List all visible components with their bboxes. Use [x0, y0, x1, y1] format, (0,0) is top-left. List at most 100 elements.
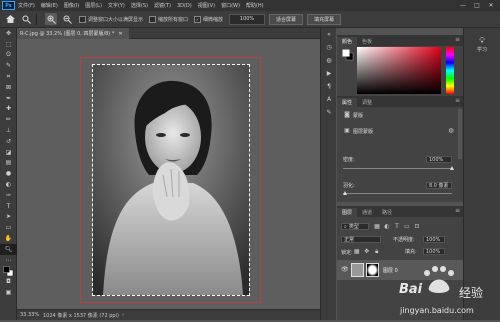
home-icon[interactable] [4, 13, 16, 25]
blend-mode-select[interactable]: 正常 [341, 236, 381, 243]
pixel-mask-icon[interactable]: ▣ [343, 127, 351, 135]
layer-thumbnail[interactable] [351, 263, 364, 277]
status-arrow-icon[interactable]: › [122, 312, 124, 318]
layer-kind-filter[interactable]: ⌕ 类型 [341, 223, 369, 230]
tab-swatches[interactable]: 色板 [357, 37, 377, 46]
zoom-all-windows-checkbox[interactable]: 缩放所有窗口 [149, 15, 188, 23]
history-panel-icon[interactable]: ◷ [321, 41, 337, 54]
rectangle-tool-icon[interactable]: ▭ [0, 222, 17, 233]
menu-filter[interactable]: 滤镜(T) [154, 2, 171, 9]
properties-scrollbar[interactable] [458, 109, 462, 159]
frame-tool-icon[interactable]: ⊠ [0, 82, 17, 93]
eraser-tool-icon[interactable]: ◪ [0, 147, 17, 158]
hand-tool-icon[interactable]: ✋ [0, 233, 17, 244]
hue-slider[interactable] [446, 47, 454, 94]
color-spectrum[interactable] [357, 47, 441, 94]
path-select-tool-icon[interactable]: ➤ [0, 212, 17, 223]
paragraph-panel-icon[interactable]: ¶ [321, 80, 337, 93]
gradient-tool-icon[interactable]: ▤ [0, 158, 17, 169]
density-input[interactable]: 100% [426, 156, 452, 163]
fill-input[interactable]: 100% [423, 248, 445, 255]
history-brush-tool-icon[interactable]: ↺ [0, 136, 17, 147]
menu-file[interactable]: 文件(F) [18, 2, 35, 9]
menu-edit[interactable]: 编辑(E) [41, 2, 58, 9]
type-filter-icon[interactable]: T [393, 223, 401, 231]
zoom-out-icon[interactable] [61, 13, 73, 25]
tab-layers[interactable]: 图层 [337, 208, 358, 217]
opacity-input[interactable]: 100% [423, 236, 445, 243]
more-tools-icon[interactable]: ⋯ [0, 255, 17, 266]
quick-mask-icon[interactable]: ◘ [0, 276, 17, 287]
document-tab[interactable]: R-C.jpg @ 33.2% (图层 0, 四层蒙版/8) * ✕ [17, 28, 129, 39]
options-bar: 调整窗口大小以满屏显示 缩放所有窗口 ✓ 细微缩放 100% 适合屏幕 填充屏幕 [0, 11, 500, 28]
panel-menu-icon[interactable]: ≡ [455, 97, 460, 104]
visibility-eye-icon[interactable]: 👁︎ [341, 266, 349, 273]
menu-view[interactable]: 视图(V) [198, 2, 215, 9]
menu-3d[interactable]: 3D(D) [177, 3, 192, 9]
menu-window[interactable]: 窗口(W) [221, 2, 240, 9]
lock-all-icon[interactable]: 🔒︎ [373, 248, 381, 256]
density-slider[interactable] [343, 166, 454, 170]
learn-button[interactable]: 💡︎ 学习 [464, 36, 500, 53]
zoom-tool-preset-icon[interactable] [20, 13, 32, 25]
menu-help[interactable]: 帮助(H) [246, 2, 264, 9]
shape-filter-icon[interactable]: ▭ [403, 223, 411, 231]
navigator-panel-icon[interactable]: ◍ [321, 54, 337, 67]
quick-select-tool-icon[interactable]: ✎ [0, 60, 17, 71]
clone-stamp-tool-icon[interactable]: ⊥ [0, 125, 17, 136]
scrubby-zoom-checkbox[interactable]: ✓ 细微缩放 [194, 15, 223, 23]
healing-brush-tool-icon[interactable]: ✚ [0, 104, 17, 115]
tab-adjustments[interactable]: 调整 [357, 98, 377, 107]
density-slider-knob[interactable] [450, 166, 454, 170]
feather-slider[interactable] [343, 191, 452, 195]
zoom-in-icon[interactable] [45, 13, 57, 25]
smart-object-filter-icon[interactable]: ⊡ [413, 223, 421, 231]
fill-screen-button[interactable]: 填充屏幕 [307, 13, 342, 25]
blur-tool-icon[interactable]: ● [0, 168, 17, 179]
actions-panel-icon[interactable]: ▶ [321, 67, 337, 80]
marquee-tool-icon[interactable]: ⬚ [0, 39, 17, 50]
tab-close-icon[interactable]: ✕ [118, 31, 122, 37]
brush-tool-icon[interactable]: ✏ [0, 114, 17, 125]
tab-color[interactable]: 颜色 [337, 37, 358, 46]
panel-menu-icon[interactable]: ≡ [455, 36, 460, 43]
lock-pixels-icon[interactable]: ▦ [353, 248, 361, 256]
panel-menu-icon[interactable]: ≡ [455, 207, 460, 214]
portrait-photo[interactable] [92, 64, 250, 296]
pixel-filter-icon[interactable]: ▦ [373, 223, 381, 231]
tab-channels[interactable]: 通道 [357, 208, 377, 217]
menu-select[interactable]: 选择(S) [131, 2, 148, 9]
brush-settings-icon[interactable]: ✎ [321, 106, 337, 119]
collapse-arrows-icon[interactable]: « [321, 28, 337, 41]
zoom-percent-field[interactable]: 100% [229, 13, 266, 25]
resize-windows-checkbox[interactable]: 调整窗口大小以满屏显示 [79, 15, 143, 23]
pen-tool-icon[interactable]: ✑ [0, 190, 17, 201]
lock-position-icon[interactable]: ✥ [363, 248, 371, 256]
fg-bg-swatches[interactable] [342, 49, 354, 61]
crop-tool-icon[interactable]: ⌗ [0, 71, 17, 82]
character-panel-icon[interactable]: A [321, 93, 337, 106]
menu-type[interactable]: 文字(Y) [108, 2, 125, 9]
screen-mode-icon[interactable]: ▣ [0, 287, 17, 298]
feather-input[interactable]: 8.0 像素 [426, 182, 452, 189]
eyedropper-tool-icon[interactable]: ✒ [0, 93, 17, 104]
minimize-button[interactable]: — [456, 0, 470, 11]
move-tool-icon[interactable]: ✥ [0, 28, 17, 39]
tab-properties[interactable]: 属性 [337, 98, 358, 107]
tab-paths[interactable]: 路径 [377, 208, 397, 217]
maximize-button[interactable]: □ [470, 0, 484, 11]
adjustment-filter-icon[interactable]: ◐ [383, 223, 391, 231]
menu-image[interactable]: 图像(I) [64, 2, 79, 9]
close-button[interactable]: ✕ [484, 0, 498, 11]
menu-layer[interactable]: 图层(L) [85, 2, 102, 9]
dodge-tool-icon[interactable]: ◐ [0, 179, 17, 190]
fit-screen-button[interactable]: 适合屏幕 [269, 13, 304, 25]
vector-mask-icon[interactable]: ◍ [447, 127, 455, 135]
zoom-level[interactable]: 33.33% [20, 312, 40, 318]
type-tool-icon[interactable]: T [0, 201, 17, 212]
lasso-tool-icon[interactable]: ʘ [0, 50, 17, 61]
feather-slider-knob[interactable] [343, 191, 347, 195]
zoom-tool-icon[interactable]: 🔍︎ [0, 243, 17, 255]
color-swatch-icon[interactable] [0, 266, 17, 277]
layer-mask-thumbnail[interactable] [366, 263, 379, 277]
